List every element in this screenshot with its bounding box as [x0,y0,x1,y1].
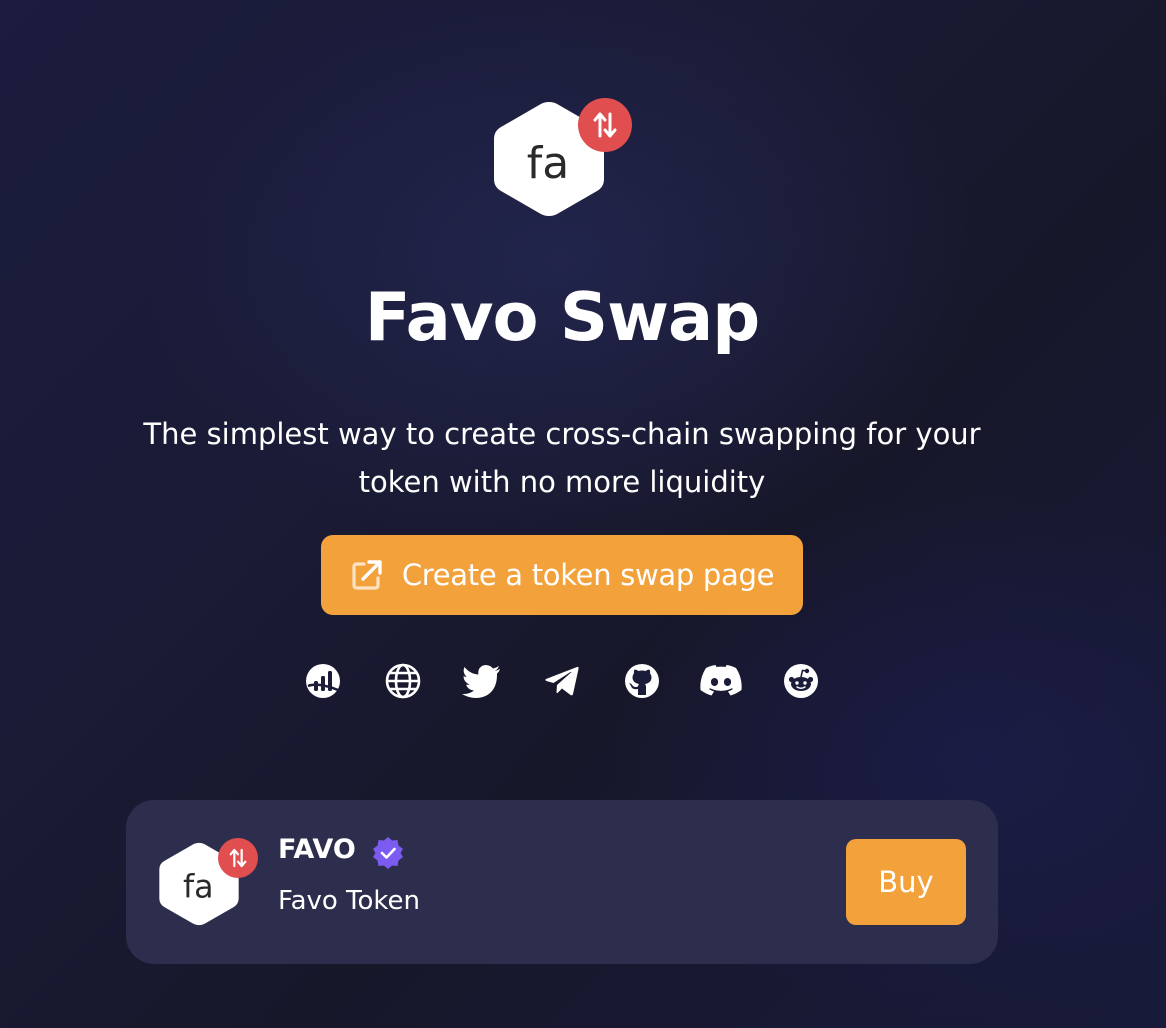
token-card: fa FAVO Favo Token Buy [126,800,998,964]
token-logo-text: fa [183,870,214,906]
page-title: Favo Swap [364,278,760,356]
token-swap-badge-icon [218,838,258,878]
twitter-icon[interactable] [459,658,505,704]
chart-icon[interactable] [300,658,346,704]
swap-arrows-icon [578,98,632,152]
telegram-icon[interactable] [539,658,585,704]
logo-text: fa [527,138,569,189]
token-symbol: FAVO [278,834,356,865]
app-logo: fa [490,98,635,223]
social-links [300,658,824,704]
github-icon[interactable] [619,658,665,704]
external-link-icon [352,560,382,590]
page-subtitle: The simplest way to create cross-chain s… [143,417,981,499]
token-logo: fa [156,838,260,928]
verified-badge-icon [373,837,403,869]
globe-icon[interactable] [380,658,426,704]
cta-label: Create a token swap page [401,558,775,592]
discord-icon[interactable] [698,658,744,704]
buy-button[interactable]: Buy [846,839,966,925]
create-token-swap-page-button[interactable]: Create a token swap page [321,535,803,615]
reddit-icon[interactable] [778,658,824,704]
token-name: Favo Token [278,886,421,916]
